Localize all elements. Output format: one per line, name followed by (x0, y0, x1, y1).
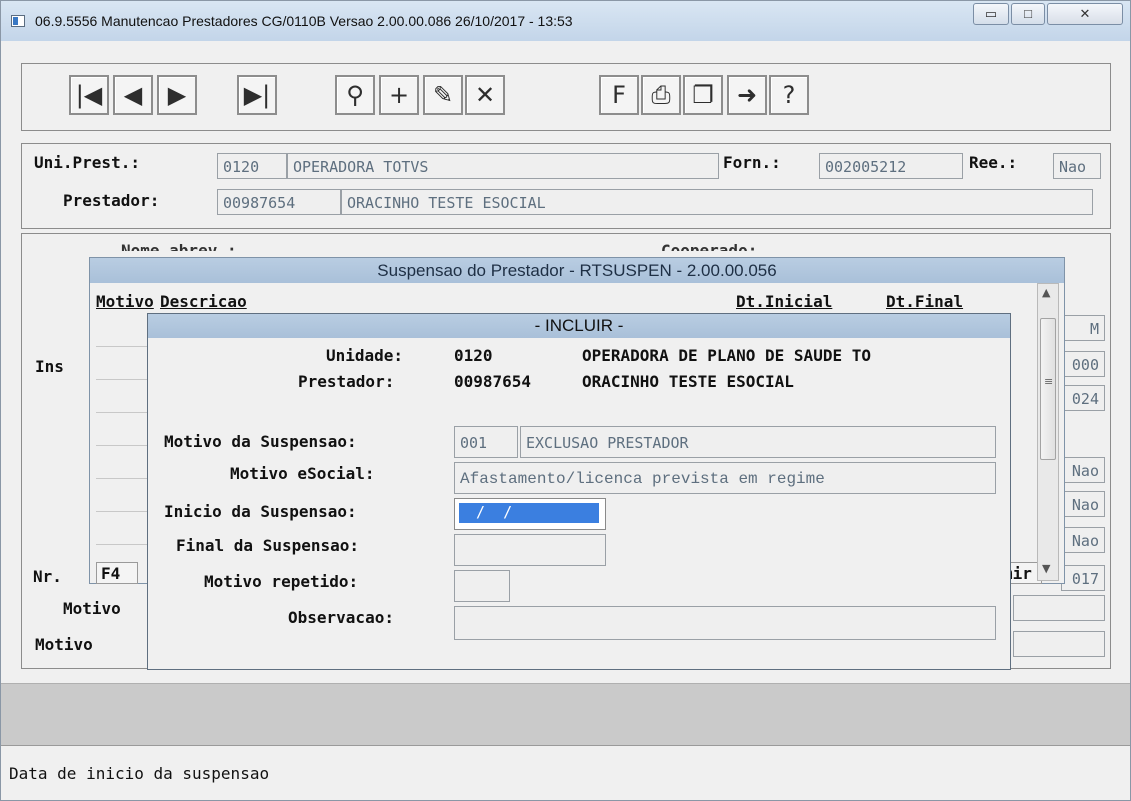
exit-button[interactable]: ➜ (727, 75, 767, 115)
forn-label: Forn.: (723, 153, 781, 172)
right-value-field[interactable]: M (1061, 315, 1105, 341)
add-record-icon: + (388, 81, 410, 109)
incluir-dialog: - INCLUIR - Unidade: 0120 OPERADORA DE P… (147, 313, 1011, 670)
previous-record-icon: ◀ (123, 81, 143, 109)
application-window: 06.9.5556 Manutencao Prestadores CG/0110… (0, 0, 1131, 801)
observacao-field[interactable] (454, 606, 996, 640)
right-value-field[interactable]: Nao (1061, 527, 1105, 553)
edit-record-button[interactable]: ✎ (423, 75, 463, 115)
status-bar: Data de inicio da suspensao (1, 745, 1130, 800)
motivo-field-2[interactable] (1013, 631, 1105, 657)
right-value-field[interactable]: Nao (1061, 491, 1105, 517)
inicio-suspensao-value: / / (459, 503, 599, 523)
grip-icon: ≡ (1044, 375, 1054, 388)
print-icon: ⎙ (651, 81, 671, 109)
right-value-field[interactable]: Nao (1061, 457, 1105, 483)
uni-prest-name-field: OPERADORA TOTVS (287, 153, 719, 179)
next-record-button[interactable]: ▶ (157, 75, 197, 115)
uni-prest-label: Uni.Prest.: (34, 153, 140, 172)
column-motivo[interactable]: Motivo (96, 292, 154, 311)
grid-rows (96, 314, 154, 558)
final-suspensao-label: Final da Suspensao: (176, 536, 360, 555)
ree-field[interactable]: Nao (1053, 153, 1101, 179)
final-suspensao-field[interactable] (454, 534, 606, 566)
bottom-band (1, 683, 1130, 745)
filter-button[interactable]: F (599, 75, 639, 115)
scroll-down-icon[interactable]: ▼ (1042, 562, 1050, 575)
motivo-esocial-label: Motivo eSocial: (230, 464, 375, 483)
motivo-esocial-field[interactable]: Afastamento/licenca prevista em regime (454, 462, 996, 494)
nome-abrev-label: Nome abrev.: (121, 241, 237, 251)
next-record-icon: ▶ (167, 81, 187, 109)
unidade-name: OPERADORA DE PLANO DE SAUDE TO (582, 346, 871, 365)
help-icon: ? (782, 81, 796, 109)
last-record-icon: ▶| (243, 81, 271, 109)
last-record-button[interactable]: ▶| (237, 75, 277, 115)
inicio-suspensao-label: Inicio da Suspensao: (164, 502, 357, 521)
f4-label: F4 (101, 564, 121, 583)
title-bar: 06.9.5556 Manutencao Prestadores CG/0110… (1, 1, 1130, 41)
print-button[interactable]: ⎙ (641, 75, 681, 115)
copy-icon: ❐ (692, 81, 714, 109)
right-value-field[interactable]: 000 (1061, 351, 1105, 377)
copy-button[interactable]: ❐ (683, 75, 723, 115)
observacao-label: Observacao: (288, 608, 394, 627)
unidade-code: 0120 (454, 346, 493, 365)
column-dt-final[interactable]: Dt.Final (886, 292, 963, 311)
delete-record-button[interactable]: ✕ (465, 75, 505, 115)
previous-record-button[interactable]: ◀ (113, 75, 153, 115)
motivo-suspensao-code-field[interactable]: 001 (454, 426, 518, 458)
ins-label: Ins (35, 357, 64, 376)
close-icon: ✕ (1079, 6, 1091, 21)
incluir-dialog-title: - INCLUIR - (148, 314, 1010, 338)
exit-icon: ➜ (736, 81, 758, 109)
close-button[interactable]: ✕ (1047, 3, 1123, 25)
motivo-suspensao-desc-field: EXCLUSAO PRESTADOR (520, 426, 996, 458)
edit-record-icon: ✎ (432, 81, 454, 109)
uni-prest-code-field[interactable]: 0120 (217, 153, 287, 179)
prestador-dlg-label: Prestador: (298, 372, 395, 391)
filter-icon: F (612, 81, 626, 109)
suspensao-dialog-title: Suspensao do Prestador - RTSUSPEN - 2.00… (90, 258, 1064, 283)
search-key-button[interactable]: ⚲ (335, 75, 375, 115)
motivo-label-1: Motivo (63, 599, 121, 618)
motivo-repetido-field[interactable] (454, 570, 510, 602)
motivo-suspensao-label: Motivo da Suspensao: (164, 432, 357, 451)
add-record-button[interactable]: + (379, 75, 419, 115)
prestador-dlg-name: ORACINHO TESTE ESOCIAL (582, 372, 794, 391)
minimize-button[interactable]: ▭ (973, 3, 1009, 25)
grid-scrollbar[interactable]: ▲ ≡ ▼ (1037, 283, 1059, 581)
right-value-field[interactable]: 017 (1061, 565, 1105, 591)
ree-label: Ree.: (969, 153, 1018, 172)
first-record-icon: |◀ (75, 81, 103, 109)
nr-label: Nr. (33, 567, 62, 586)
motivo-field-1[interactable] (1013, 595, 1105, 621)
column-dt-inicial[interactable]: Dt.Inicial (736, 292, 832, 311)
scroll-up-icon[interactable]: ▲ (1042, 286, 1050, 299)
help-button[interactable]: ? (769, 75, 809, 115)
motivo-label-2: Motivo (35, 635, 93, 654)
f4-button[interactable]: F4 (96, 562, 138, 584)
unidade-label: Unidade: (326, 346, 404, 365)
prestador-name-field: ORACINHO TESTE ESOCIAL (341, 189, 1093, 215)
delete-record-icon: ✕ (474, 81, 496, 109)
status-message: Data de inicio da suspensao (9, 764, 270, 783)
motivo-repetido-label: Motivo repetido: (204, 572, 359, 591)
forn-field[interactable]: 002005212 (819, 153, 963, 179)
inicio-suspensao-field[interactable]: / / (454, 498, 606, 530)
app-icon (11, 15, 25, 27)
prestador-label: Prestador: (63, 191, 160, 210)
cooperado-label: Cooperado: (661, 241, 758, 251)
prestador-code-field[interactable]: 00987654 (217, 189, 341, 215)
window-title: 06.9.5556 Manutencao Prestadores CG/0110… (35, 13, 573, 29)
search-key-icon: ⚲ (346, 81, 364, 109)
first-record-button[interactable]: |◀ (69, 75, 109, 115)
right-value-field[interactable]: 024 (1061, 385, 1105, 411)
scroll-thumb[interactable]: ≡ (1040, 318, 1056, 460)
prestador-dlg-code: 00987654 (454, 372, 532, 391)
maximize-button[interactable]: □ (1011, 3, 1045, 25)
minimize-icon: ▭ (984, 6, 998, 21)
maximize-icon: □ (1024, 6, 1032, 21)
column-descricao[interactable]: Descricao (160, 292, 247, 311)
